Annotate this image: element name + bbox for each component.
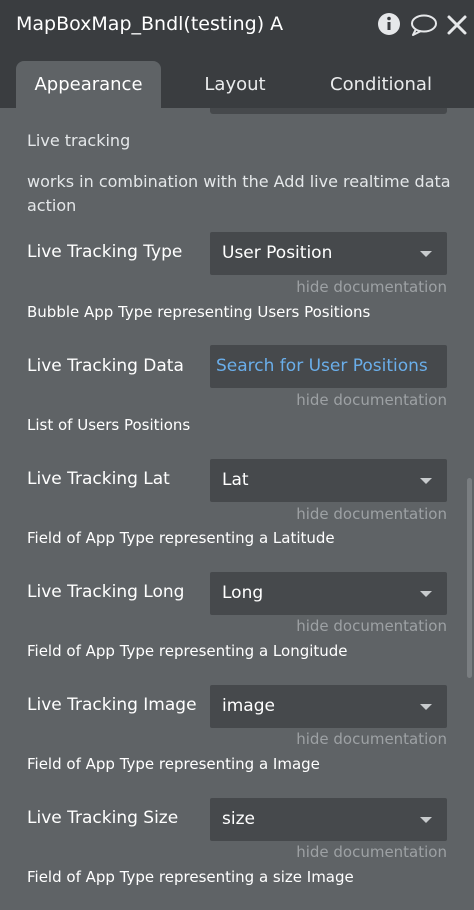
hide-documentation-link[interactable]: hide documentation	[296, 730, 447, 748]
previous-field-edge	[210, 108, 447, 114]
live-tracking-long-value: Long	[222, 583, 264, 603]
section-description: works in combination with the Add live r…	[27, 172, 451, 215]
live-tracking-image-value: image	[222, 696, 275, 716]
tab-layout[interactable]: Layout	[165, 61, 305, 108]
live-tracking-size-dropdown[interactable]: size	[210, 798, 447, 841]
live-tracking-image-doc: Field of App Type representing a Image	[27, 755, 320, 773]
live-tracking-image-label: Live Tracking Image	[27, 695, 197, 715]
live-tracking-lat-label: Live Tracking Lat	[27, 469, 170, 489]
live-tracking-lat-dropdown[interactable]: Lat	[210, 459, 447, 502]
tab-bar: Appearance Layout Conditional	[0, 50, 474, 108]
live-tracking-lat-doc: Field of App Type representing a Latitud…	[27, 529, 335, 547]
chevron-down-icon	[420, 591, 432, 597]
chevron-down-icon	[420, 704, 432, 710]
live-tracking-long-doc: Field of App Type representing a Longitu…	[27, 642, 348, 660]
appearance-panel: Live tracking works in combination with …	[0, 108, 474, 910]
live-tracking-size-doc: Field of App Type representing a size Im…	[27, 868, 354, 886]
live-tracking-data-label: Live Tracking Data	[27, 356, 184, 376]
element-title: MapBoxMap_Bndl(testing) A	[16, 13, 284, 35]
live-tracking-size-label: Live Tracking Size	[27, 808, 179, 828]
live-tracking-type-dropdown[interactable]: User Position	[210, 232, 447, 275]
hide-documentation-link[interactable]: hide documentation	[296, 505, 447, 523]
section-title: Live tracking	[27, 131, 131, 150]
chevron-down-icon	[420, 478, 432, 484]
close-icon[interactable]	[446, 14, 468, 36]
property-editor-header: MapBoxMap_Bndl(testing) A	[0, 0, 474, 50]
comment-icon[interactable]	[410, 14, 438, 36]
chevron-down-icon	[420, 251, 432, 257]
chevron-down-icon	[420, 817, 432, 823]
live-tracking-data-value: Search for User Positions	[216, 356, 428, 376]
hide-documentation-link[interactable]: hide documentation	[296, 278, 447, 296]
hide-documentation-link[interactable]: hide documentation	[296, 843, 447, 861]
live-tracking-type-value: User Position	[222, 243, 333, 263]
live-tracking-size-value: size	[222, 809, 255, 829]
live-tracking-type-doc: Bubble App Type representing Users Posit…	[27, 303, 371, 321]
tab-conditional[interactable]: Conditional	[305, 61, 457, 108]
live-tracking-image-dropdown[interactable]: image	[210, 685, 447, 728]
live-tracking-data-doc: List of Users Positions	[27, 416, 191, 434]
live-tracking-data-search-field[interactable]: Search for User Positions	[210, 345, 447, 388]
scrollbar-thumb[interactable]	[467, 478, 472, 678]
live-tracking-lat-value: Lat	[222, 470, 249, 490]
tab-appearance[interactable]: Appearance	[16, 61, 161, 108]
live-tracking-long-dropdown[interactable]: Long	[210, 572, 447, 615]
info-icon[interactable]	[377, 12, 401, 36]
live-tracking-long-label: Live Tracking Long	[27, 582, 185, 602]
hide-documentation-link[interactable]: hide documentation	[296, 617, 447, 635]
live-tracking-type-label: Live Tracking Type	[27, 242, 183, 262]
hide-documentation-link[interactable]: hide documentation	[296, 391, 447, 409]
